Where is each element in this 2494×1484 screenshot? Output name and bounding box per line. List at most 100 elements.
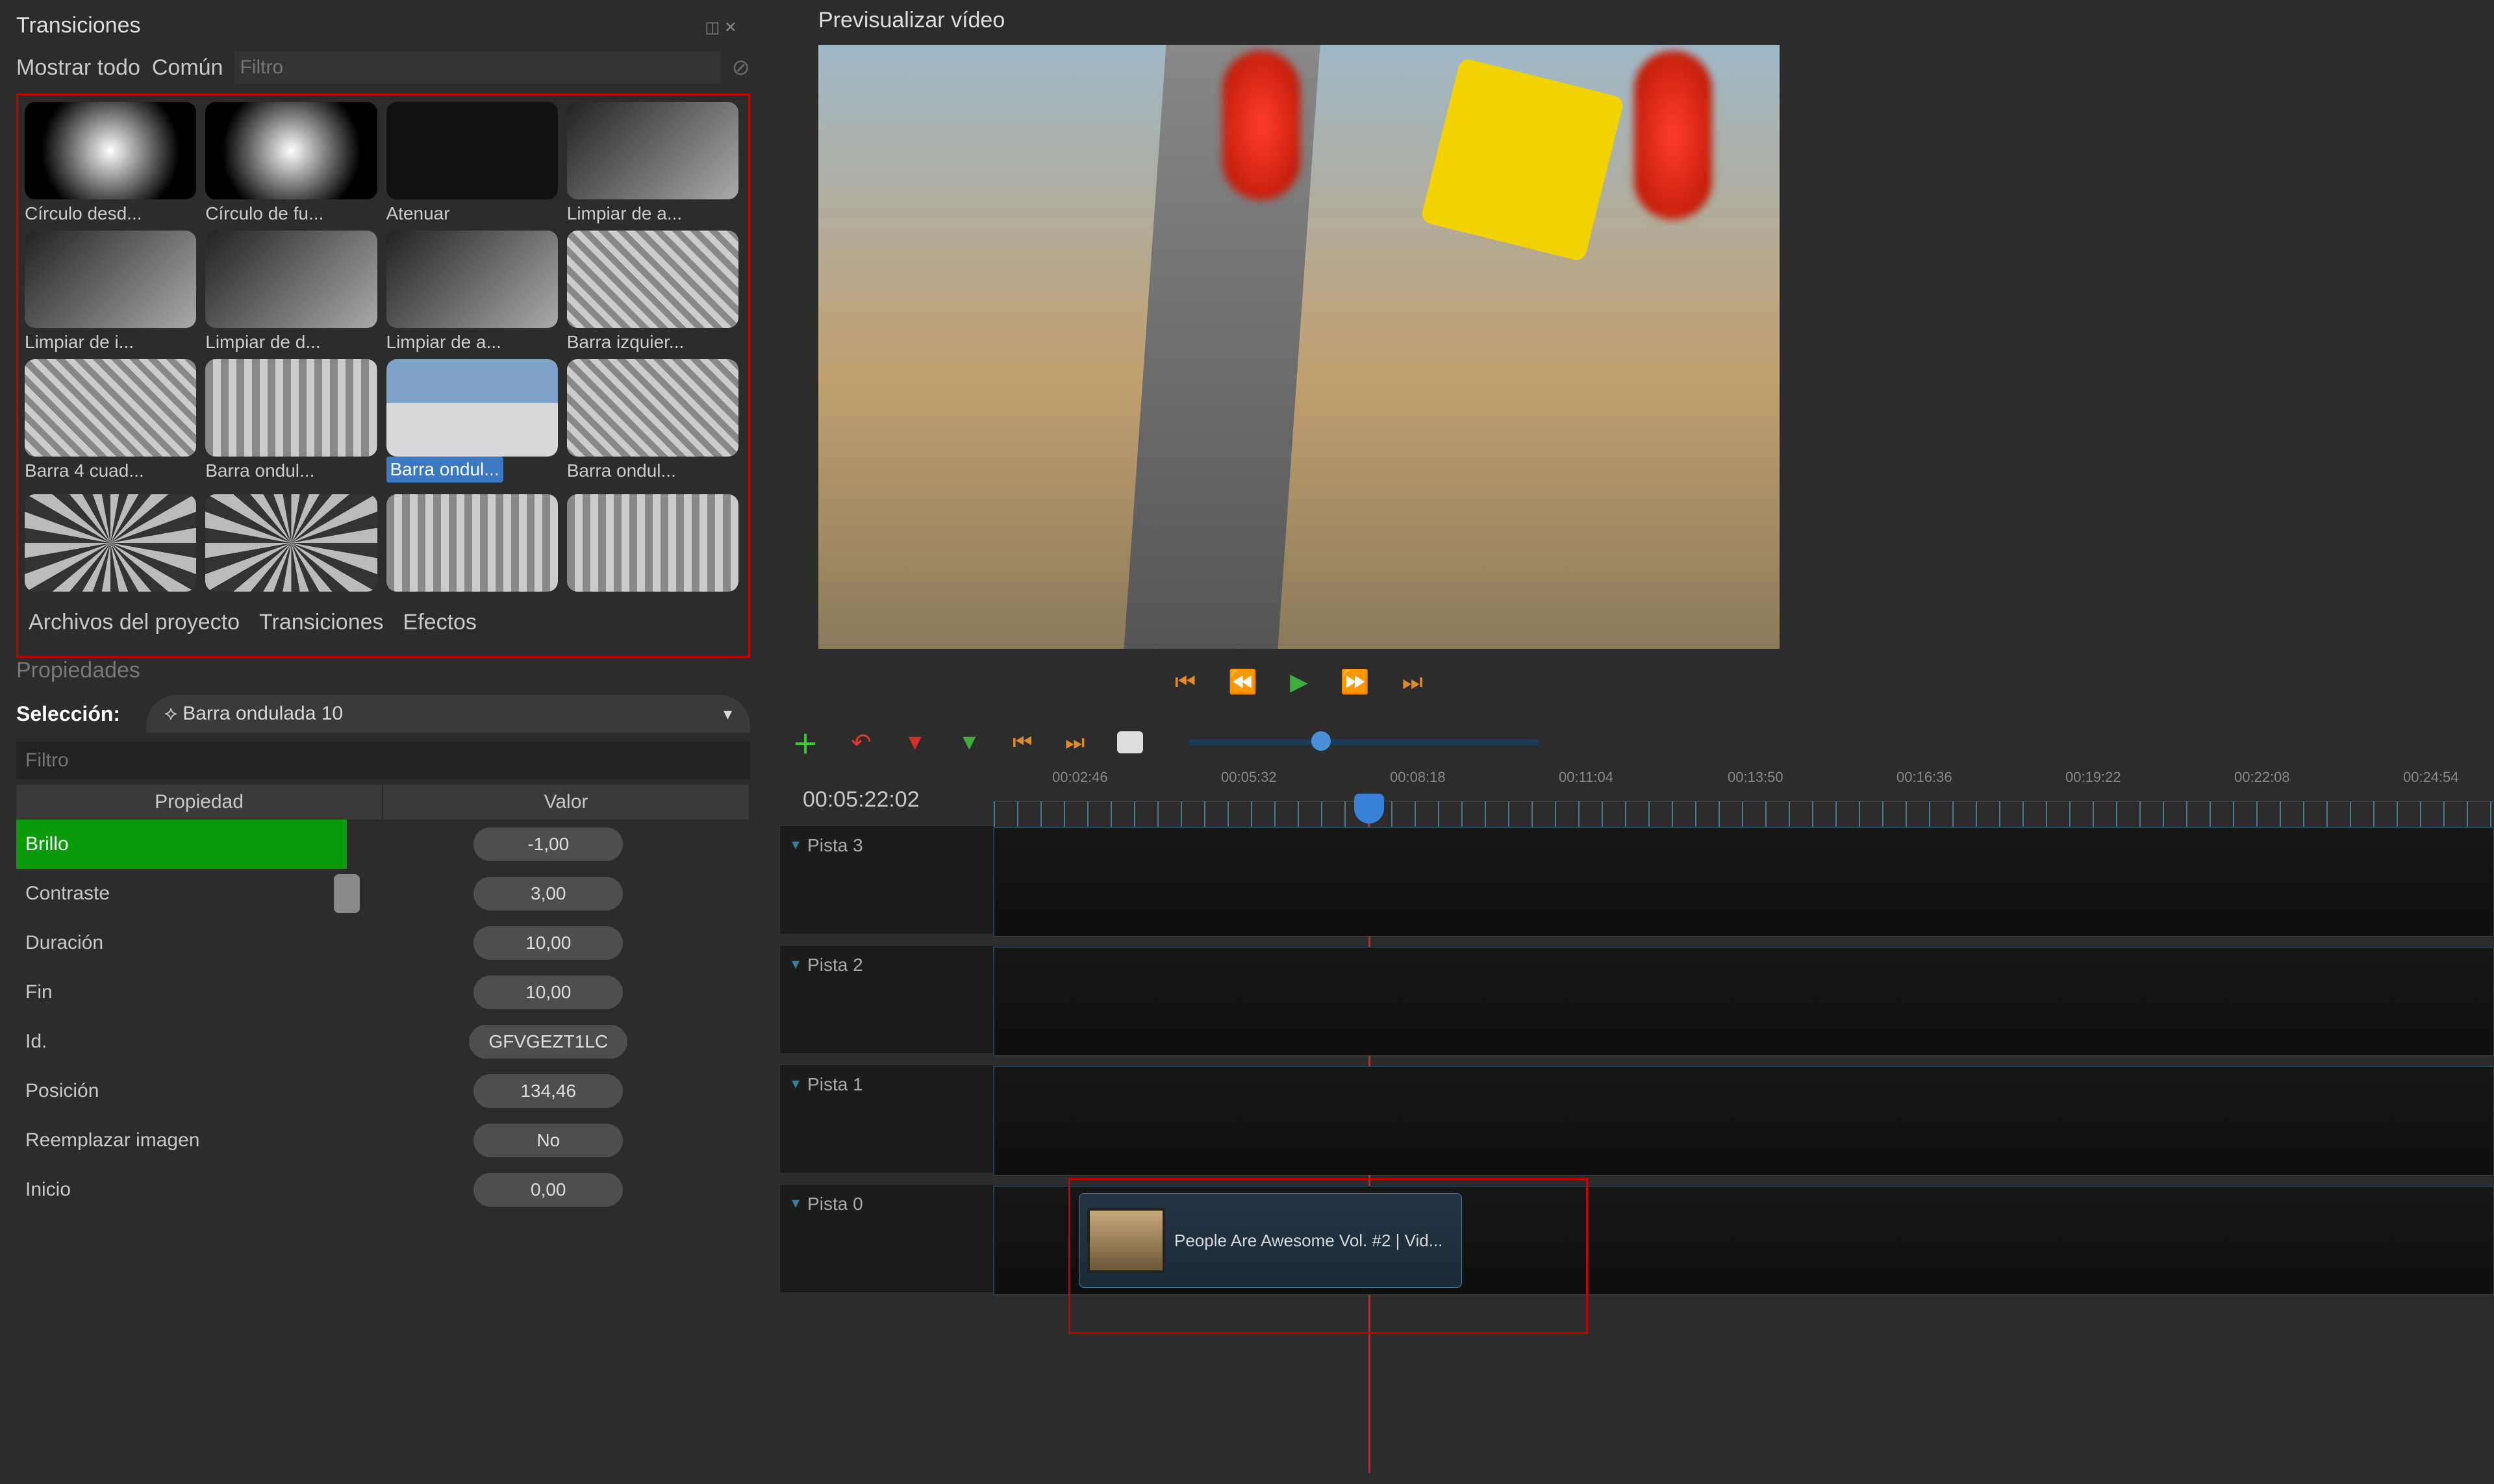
property-row[interactable]: Duración10,00 — [16, 918, 750, 968]
transition-item[interactable]: Barra izquier... — [567, 231, 738, 353]
timecode: 00:05:22:02 — [779, 769, 994, 825]
track-lane[interactable] — [994, 1066, 2494, 1176]
slider-knob[interactable] — [334, 874, 360, 913]
property-row[interactable]: Posición 134,46 — [16, 1066, 750, 1116]
track-lane[interactable] — [994, 827, 2494, 937]
transition-item[interactable] — [567, 494, 738, 596]
tab-effects[interactable]: Efectos — [403, 610, 477, 635]
transition-label: Círculo de fu... — [205, 199, 377, 224]
track-header[interactable]: ▾ Pista 3 — [779, 825, 994, 935]
property-row[interactable]: Brillo -1,00 — [16, 820, 750, 869]
video-preview[interactable] — [818, 45, 1780, 649]
transition-label: Limpiar de a... — [567, 199, 738, 224]
transition-item[interactable] — [205, 494, 377, 596]
transition-item[interactable]: Barra 4 cuad... — [25, 359, 196, 488]
property-row[interactable]: Id. GFVGEZT1LC — [16, 1017, 750, 1066]
transition-item[interactable]: Limpiar de a... — [386, 231, 558, 353]
property-value[interactable]: No — [473, 1124, 623, 1157]
tab-transitions[interactable]: Transiciones — [259, 610, 383, 635]
next-marker-icon[interactable]: ⏭ — [1065, 730, 1085, 755]
transition-item[interactable]: Círculo de fu... — [205, 102, 377, 224]
snapshot-icon[interactable] — [1117, 731, 1143, 753]
property-value[interactable]: 134,46 — [473, 1074, 623, 1108]
ruler-tick: 00:02:46 — [1052, 769, 1108, 786]
track-name: Pista 1 — [807, 1074, 863, 1095]
track-name: Pista 3 — [807, 835, 863, 856]
forward-icon[interactable]: ⏩ — [1341, 668, 1370, 696]
undo-icon[interactable]: ↶ — [851, 728, 872, 757]
timeline-ruler[interactable]: 00:02:4600:05:3200:08:1800:11:0400:13:50… — [994, 769, 2494, 827]
transition-label: Limpiar de a... — [386, 328, 558, 353]
transition-item[interactable]: Limpiar de i... — [25, 231, 196, 353]
property-value[interactable]: 10,00 — [473, 926, 623, 960]
rewind-icon[interactable]: ⏪ — [1228, 668, 1257, 696]
property-value[interactable]: 3,00 — [473, 877, 623, 911]
chevron-down-icon: ▾ — [792, 955, 800, 974]
property-value[interactable]: 0,00 — [473, 1173, 623, 1207]
transition-item[interactable]: Barra ondul... — [386, 359, 558, 488]
property-row[interactable]: Inicio0,00 — [16, 1165, 750, 1214]
clip-thumb — [1087, 1208, 1165, 1273]
transition-item[interactable]: Limpiar de a... — [567, 102, 738, 224]
property-row[interactable]: Reemplazar imagenNo — [16, 1116, 750, 1165]
ruler-tick: 00:19:22 — [2065, 769, 2121, 786]
property-name: Posición — [16, 1080, 347, 1102]
property-name: Id. — [16, 1031, 347, 1053]
selection-dropdown[interactable]: ⟡ Barra ondulada 10 ▾ — [146, 695, 750, 733]
transition-item[interactable] — [386, 494, 558, 596]
transition-label: Barra 4 cuad... — [25, 457, 196, 481]
tab-show-all[interactable]: Mostrar todo — [16, 55, 140, 81]
transition-label: Barra ondul... — [205, 457, 377, 481]
transition-label — [567, 592, 738, 596]
transition-label — [25, 592, 196, 596]
property-value[interactable]: -1,00 — [473, 827, 623, 861]
playhead[interactable] — [1354, 794, 1384, 824]
transition-label — [386, 592, 558, 596]
play-icon[interactable]: ▶ — [1290, 668, 1308, 696]
properties-filter-input[interactable] — [16, 742, 750, 779]
property-value[interactable]: 10,00 — [473, 975, 623, 1009]
ruler-tick: 00:08:18 — [1390, 769, 1446, 786]
zoom-slider[interactable] — [1189, 739, 1539, 746]
marker-down-icon[interactable]: ▼ — [904, 730, 926, 755]
add-track-icon[interactable]: ＋ — [792, 723, 818, 761]
property-row[interactable]: Contraste 3,00 — [16, 869, 750, 918]
transitions-title: Transiciones — [16, 13, 750, 38]
property-row[interactable]: Fin10,00 — [16, 968, 750, 1017]
transition-filter-input[interactable] — [234, 51, 720, 84]
track-name: Pista 2 — [807, 955, 863, 975]
property-name: Brillo — [16, 820, 347, 869]
dock-controls[interactable]: ◫ ✕ — [705, 18, 737, 37]
clear-filter-icon[interactable]: ⊘ — [732, 55, 751, 81]
jump-end-icon[interactable]: ⏭ — [1402, 668, 1423, 696]
transition-item[interactable]: Barra ondul... — [567, 359, 738, 488]
transition-item[interactable]: Círculo desd... — [25, 102, 196, 224]
col-property: Propiedad — [16, 785, 383, 820]
track-header[interactable]: ▾ Pista 2 — [779, 945, 994, 1054]
marker-up-icon[interactable]: ▼ — [959, 730, 981, 755]
prev-marker-icon[interactable]: ⏮ — [1013, 730, 1033, 755]
transition-item[interactable]: Atenuar — [386, 102, 558, 224]
property-name: Contraste — [16, 883, 347, 905]
col-value: Valor — [383, 785, 750, 820]
track-lane[interactable]: People Are Awesome Vol. #2 | Vid... — [994, 1186, 2494, 1295]
track-name: Pista 0 — [807, 1194, 863, 1214]
tab-common[interactable]: Común — [152, 55, 223, 81]
ruler-tick: 00:05:32 — [1221, 769, 1277, 786]
track-header[interactable]: ▾Pista 0 — [779, 1184, 994, 1293]
jump-start-icon[interactable]: ⏮ — [1175, 668, 1196, 696]
selection-label: Selección: — [16, 702, 120, 726]
timeline-clip[interactable]: People Are Awesome Vol. #2 | Vid... — [1079, 1193, 1462, 1288]
track-lane[interactable] — [994, 947, 2494, 1056]
ruler-tick: 00:16:36 — [1896, 769, 1952, 786]
transition-item[interactable]: Barra ondul... — [205, 359, 377, 488]
tab-project-files[interactable]: Archivos del proyecto — [29, 610, 240, 635]
chevron-down-icon: ▾ — [792, 835, 800, 854]
track-header[interactable]: ▾Pista 1 — [779, 1064, 994, 1174]
ruler-tick: 00:24:54 — [2403, 769, 2459, 786]
transition-label: Círculo desd... — [25, 199, 196, 224]
transition-item[interactable]: Limpiar de d... — [205, 231, 377, 353]
property-value[interactable]: GFVGEZT1LC — [469, 1025, 627, 1059]
transition-label: Limpiar de i... — [25, 328, 196, 353]
transition-item[interactable] — [25, 494, 196, 596]
